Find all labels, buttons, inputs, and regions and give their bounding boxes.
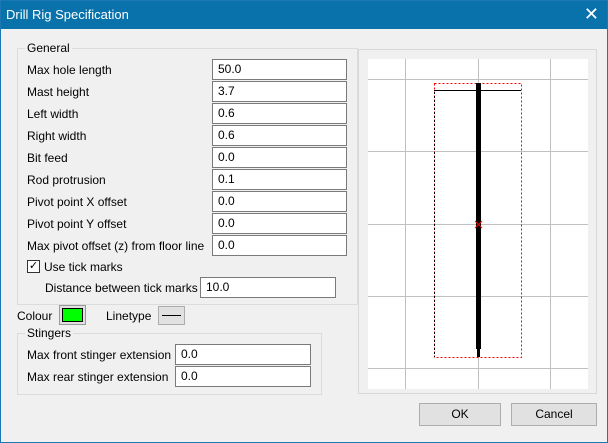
field-label: Pivot point X offset [27, 195, 127, 209]
front-stinger-input[interactable]: 0.0 [175, 344, 311, 365]
close-icon[interactable]: ✕ [584, 4, 599, 25]
linetype-label: Linetype [106, 309, 152, 323]
colour-button[interactable] [59, 305, 86, 325]
cancel-button[interactable]: Cancel [511, 403, 597, 426]
drill-bit [477, 349, 480, 357]
field-input[interactable]: 0.1 [212, 169, 347, 190]
field-label: Rod protrusion [27, 173, 106, 187]
field-input[interactable]: 0.0 [212, 147, 347, 168]
field-label: Max pivot offset (z) from floor line [27, 239, 205, 253]
line-sample-icon [162, 315, 181, 316]
field-input[interactable]: 0.0 [212, 191, 347, 212]
colour-label: Colour [17, 309, 53, 323]
field-label: Pivot point Y offset [27, 217, 127, 231]
rear-stinger-label: Max rear stinger extension [27, 370, 169, 384]
rig-preview [368, 59, 588, 389]
stingers-group-label: Stingers [25, 326, 74, 340]
field-label: Mast height [27, 85, 90, 99]
ok-button[interactable]: OK [419, 403, 501, 426]
field-input[interactable]: 3.7 [212, 81, 347, 102]
field-input[interactable]: 0.0 [212, 213, 347, 234]
rear-stinger-input[interactable]: 0.0 [175, 366, 311, 387]
dialog-title: Drill Rig Specification [6, 7, 129, 22]
field-input[interactable]: 0.6 [212, 103, 347, 124]
linetype-button[interactable] [158, 306, 185, 325]
field-input[interactable]: 0.0 [212, 235, 347, 256]
field-label: Bit feed [27, 151, 68, 165]
field-input[interactable]: 0.6 [212, 125, 347, 146]
general-group-label: General [25, 41, 72, 55]
tick-distance-label: Distance between tick marks [45, 281, 198, 295]
use-tick-marks-label: Use tick marks [44, 260, 123, 274]
colour-swatch [62, 308, 83, 322]
tick-distance-input[interactable]: 10.0 [200, 277, 336, 298]
dialog-window: Drill Rig Specification ✕ General Max ho… [0, 0, 608, 443]
field-label: Left width [27, 107, 79, 121]
front-stinger-label: Max front stinger extension [27, 348, 172, 362]
title-bar: Drill Rig Specification ✕ [1, 1, 607, 29]
field-label: Right width [27, 129, 87, 143]
preview-panel [358, 49, 597, 394]
use-tick-marks-checkbox[interactable]: ✓ [27, 260, 40, 273]
drill-rod [476, 83, 481, 349]
field-label: Max hole length [27, 63, 112, 77]
field-input[interactable]: 50.0 [212, 59, 347, 80]
